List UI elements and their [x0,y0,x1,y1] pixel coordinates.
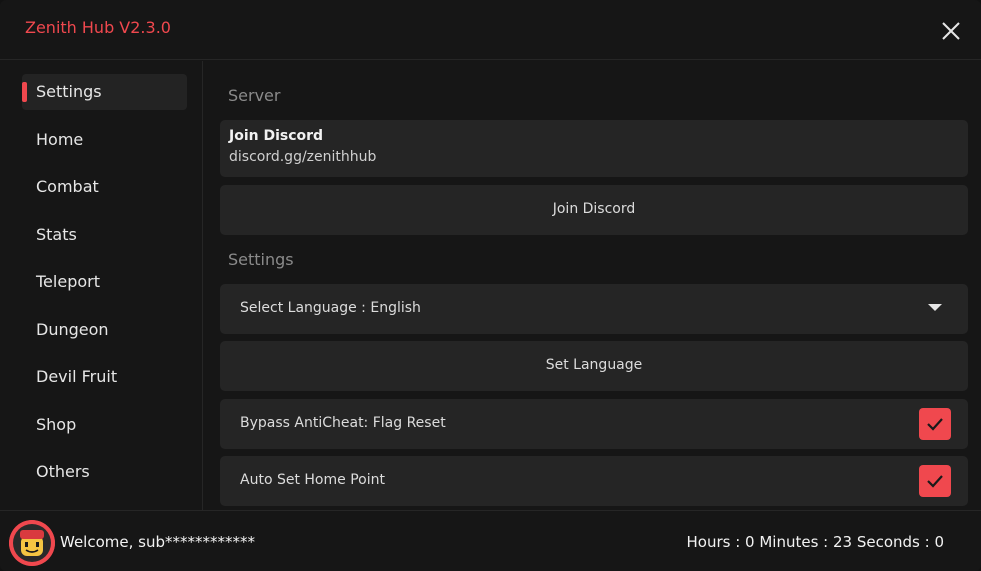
app-title: Zenith Hub V2.3.0 [25,18,171,37]
sidebar-item-home[interactable]: Home [22,122,187,158]
auto-set-home-checkbox[interactable] [919,465,951,497]
section-heading-settings: Settings [228,250,294,269]
session-timer: Hours : 0 Minutes : 23 Seconds : 0 [686,533,945,551]
sidebar-item-label: Combat [36,177,99,196]
language-dropdown-label: Select Language : English [240,300,421,316]
sidebar-item-settings[interactable]: Settings [22,74,187,110]
sidebar-item-label: Dungeon [36,320,109,339]
sidebar-item-label: Others [36,462,90,481]
close-icon [942,22,960,40]
discord-invite-link: discord.gg/zenithhub [229,149,377,165]
sidebar-item-combat[interactable]: Combat [22,169,187,205]
sidebar-item-dungeon[interactable]: Dungeon [22,312,187,348]
welcome-text: Welcome, sub************ [60,533,255,551]
sidebar-item-label: Stats [36,225,77,244]
app-window: Zenith Hub V2.3.0 Settings Home Combat S… [0,0,981,571]
toggle-row-bypass-anticheat: Bypass AntiCheat: Flag Reset [220,399,968,449]
section-heading-server: Server [228,86,281,105]
title-bar: Zenith Hub V2.3.0 [0,0,981,60]
sidebar-item-label: Teleport [36,272,100,291]
set-language-label: Set Language [545,357,643,373]
sidebar-item-label: Shop [36,415,77,434]
footer-bar: Welcome, sub************ Hours : 0 Minut… [0,510,981,571]
main-panel: Server Join Discord discord.gg/zenithhub… [204,61,981,510]
check-icon [927,418,943,431]
close-button[interactable] [936,16,966,46]
discord-info-card: Join Discord discord.gg/zenithhub [220,120,968,177]
sidebar-item-others[interactable]: Others [22,454,187,490]
toggle-row-auto-set-home: Auto Set Home Point [220,456,968,506]
sidebar-item-devil-fruit[interactable]: Devil Fruit [22,359,187,395]
avatar [9,520,55,566]
sidebar: Settings Home Combat Stats Teleport Dung… [0,61,203,510]
sidebar-item-label: Devil Fruit [36,367,118,386]
discord-card-title: Join Discord [229,128,324,144]
chevron-down-icon [928,304,942,311]
toggle-label: Auto Set Home Point [240,472,385,488]
join-discord-button[interactable]: Join Discord [220,185,968,235]
avatar-image [9,520,55,566]
toggle-label: Bypass AntiCheat: Flag Reset [240,415,446,431]
set-language-button[interactable]: Set Language [220,341,968,391]
sidebar-item-shop[interactable]: Shop [22,407,187,443]
join-discord-label: Join Discord [552,201,636,217]
bypass-anticheat-checkbox[interactable] [919,408,951,440]
check-icon [927,475,943,488]
sidebar-item-label: Settings [36,82,102,101]
language-dropdown[interactable]: Select Language : English [220,284,968,334]
sidebar-item-label: Home [36,130,84,149]
sidebar-item-teleport[interactable]: Teleport [22,264,187,300]
active-indicator [22,82,27,102]
sidebar-item-stats[interactable]: Stats [22,217,187,253]
